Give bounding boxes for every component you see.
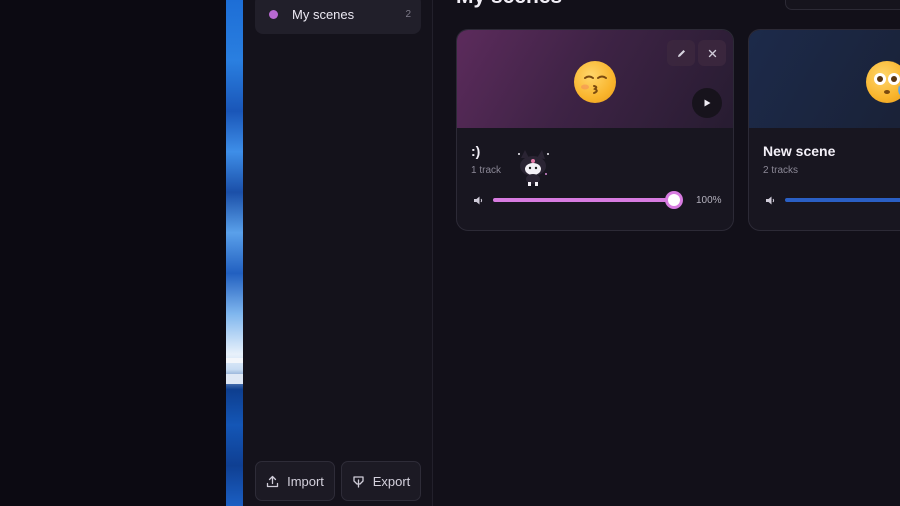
sidebar-item-label: My scenes [292,6,355,22]
speaker-icon [766,196,775,205]
sidebar-item-my-scenes[interactable]: My scenes 2 [255,0,421,34]
scene-name: New scene [763,143,836,159]
export-icon [352,475,365,488]
pencil-icon [677,49,685,57]
app-window: My scenes 2 Import Export My scenes [243,0,900,506]
kuromi-sticker-icon [515,148,551,186]
volume-control: 100% [471,191,723,209]
main-content: My scenes [433,0,900,506]
export-label: Export [372,473,411,489]
wallpaper-band [226,374,243,384]
export-button[interactable]: Export [341,461,421,501]
desktop-background [0,0,226,506]
edit-scene-button[interactable] [667,40,695,66]
volume-slider[interactable] [785,198,900,202]
volume-slider-handle[interactable] [668,194,680,206]
flushed-face-icon [866,61,900,103]
scene-dot-icon [269,9,278,19]
toolbar-button[interactable] [785,0,900,10]
import-button[interactable]: Import [255,461,335,501]
page-title: My scenes [456,0,562,8]
scene-track-count: 1 track [471,165,502,176]
close-icon [708,49,716,57]
volume-percent: 100% [696,195,722,206]
volume-control [763,191,900,209]
sidebar-item-count: 2 [405,8,411,20]
scene-track-count: 2 tracks [763,165,799,176]
sidebar: My scenes 2 Import Export [243,0,433,506]
play-scene-button[interactable] [692,88,722,118]
wallpaper-band [226,358,243,363]
scene-name: :) [471,143,481,159]
kissing-face-icon [574,61,616,103]
play-icon [704,99,711,107]
wallpaper-strip [226,0,243,506]
upload-icon [266,475,279,488]
volume-slider[interactable] [493,198,674,202]
delete-scene-button[interactable] [698,40,726,66]
scene-card[interactable]: New scene 2 tracks [748,29,900,231]
speaker-icon [474,196,483,205]
scene-card[interactable]: :) 1 track 100% [456,29,734,231]
import-label: Import [287,473,324,489]
